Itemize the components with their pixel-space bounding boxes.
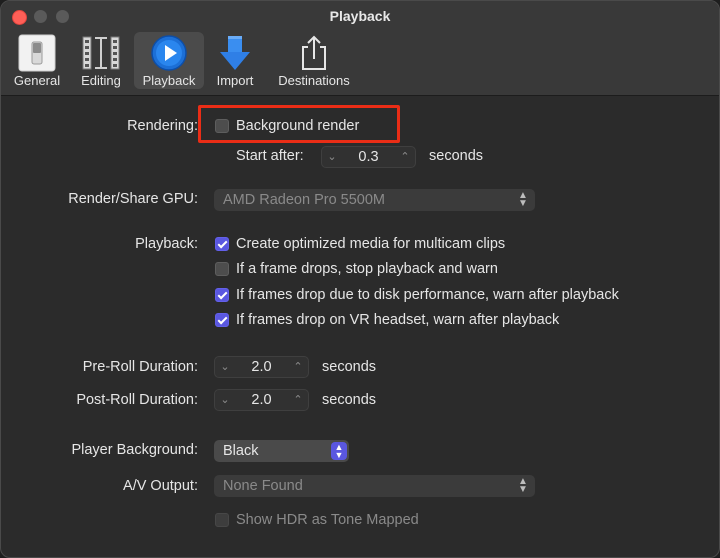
frame-drop-stop-checkbox[interactable] — [215, 262, 229, 276]
player-background-popup[interactable]: Black ▲ ▼ — [214, 440, 349, 462]
download-arrow-icon — [220, 36, 250, 70]
chevron-down-icon[interactable]: ⌄ — [324, 149, 340, 165]
vr-headset-warn-label: If frames drop on VR headset, warn after… — [236, 312, 560, 328]
hdr-tone-mapped-label: Show HDR as Tone Mapped — [236, 512, 419, 528]
tab-general-label: General — [13, 73, 61, 88]
start-after-value[interactable]: 0.3 — [340, 149, 397, 165]
tab-general[interactable]: General — [7, 32, 67, 89]
preroll-value[interactable]: 2.0 — [233, 359, 290, 375]
player-background-label: Player Background: — [71, 442, 198, 458]
updown-chevron-icon: ▲ ▼ — [518, 476, 528, 495]
gpu-value: AMD Radeon Pro 5500M — [223, 192, 385, 208]
postroll-label: Post-Roll Duration: — [76, 392, 198, 408]
tab-import-label: Import — [216, 73, 254, 88]
tab-destinations[interactable]: Destinations — [269, 32, 359, 89]
preroll-unit: seconds — [322, 359, 377, 375]
disk-performance-warn-label: If frames drop due to disk performance, … — [236, 287, 619, 303]
av-output-value: None Found — [223, 478, 303, 494]
updown-chevron-icon: ▲ ▼ — [518, 190, 528, 209]
player-background-value: Black — [223, 443, 259, 459]
window-title: Playback — [329, 8, 391, 24]
tab-destinations-label: Destinations — [278, 73, 350, 88]
chevron-up-icon[interactable]: ⌃ — [397, 149, 413, 165]
chevron-up-icon[interactable]: ⌃ — [290, 359, 306, 375]
hdr-tone-mapped-checkbox[interactable] — [215, 513, 229, 527]
disk-performance-warn-checkbox[interactable] — [215, 288, 229, 302]
postroll-unit: seconds — [322, 392, 377, 408]
optimized-media-label: Create optimized media for multicam clip… — [236, 236, 506, 252]
start-after-unit: seconds — [429, 148, 484, 164]
share-icon — [302, 35, 326, 70]
chevron-down-icon[interactable]: ⌄ — [217, 359, 233, 375]
playback-label: Playback: — [135, 236, 198, 252]
tab-import[interactable]: Import — [207, 32, 263, 89]
gpu-label: Render/Share GPU: — [68, 191, 198, 207]
gpu-popup[interactable]: AMD Radeon Pro 5500M ▲ ▼ — [214, 189, 535, 211]
postroll-stepper[interactable]: ⌄ 2.0 ⌃ — [214, 389, 309, 411]
play-circle-icon — [151, 35, 187, 71]
vr-headset-warn-checkbox[interactable] — [215, 313, 229, 327]
frame-drop-stop-label: If a frame drops, stop playback and warn — [236, 261, 498, 277]
start-after-label: Start after: — [236, 148, 304, 164]
postroll-value[interactable]: 2.0 — [233, 392, 290, 408]
title-bar: Playback General Editing Playback Import… — [1, 1, 719, 96]
preferences-window: Playback General Editing Playback Import… — [0, 0, 720, 558]
tab-playback[interactable]: Playback — [134, 32, 204, 89]
updown-chevron-icon: ▲ ▼ — [331, 442, 347, 460]
optimized-media-checkbox[interactable] — [215, 237, 229, 251]
av-output-label: A/V Output: — [123, 478, 198, 494]
tab-editing[interactable]: Editing — [72, 32, 130, 89]
tab-editing-label: Editing — [81, 73, 121, 88]
tab-playback-label: Playback — [142, 73, 196, 88]
general-switch-icon — [18, 34, 56, 72]
chevron-up-icon[interactable]: ⌃ — [290, 392, 306, 408]
start-after-stepper[interactable]: ⌄ 0.3 ⌃ — [321, 146, 416, 168]
preroll-label: Pre-Roll Duration: — [82, 359, 198, 375]
preroll-stepper[interactable]: ⌄ 2.0 ⌃ — [214, 356, 309, 378]
chevron-down-icon[interactable]: ⌄ — [217, 392, 233, 408]
rendering-label: Rendering: — [127, 118, 198, 134]
av-output-popup[interactable]: None Found ▲ ▼ — [214, 475, 535, 497]
highlight-annotation — [198, 105, 400, 143]
film-strip-icon — [82, 36, 120, 70]
